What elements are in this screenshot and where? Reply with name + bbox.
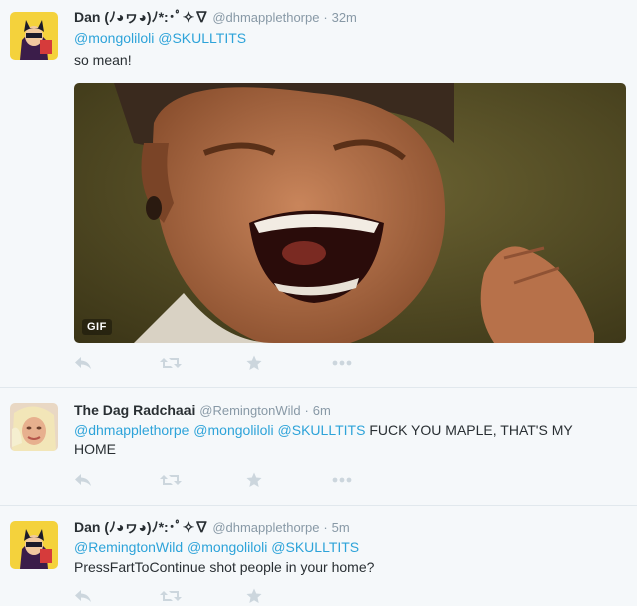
reply-button[interactable] [74, 353, 160, 373]
display-name[interactable]: The Dag Radchaai [74, 402, 195, 418]
tweet-text: @dhmapplethorpe @mongoliloli @SKULLTITS … [74, 421, 614, 459]
mention-link[interactable]: @mongoliloli [74, 30, 154, 46]
tweet[interactable]: Dan (ﾉ◕ヮ◕)ﾉ*:･ﾟ✧∇ @dhmapplethorpe · 32m … [0, 0, 637, 388]
tweet-actions [74, 470, 418, 490]
reply-icon [75, 590, 91, 602]
mention-link[interactable]: @SKULLTITS [271, 539, 359, 555]
tweet-body: so mean! [74, 52, 132, 68]
favorite-icon [246, 588, 262, 603]
mention-link[interactable]: @mongoliloli [187, 539, 267, 555]
mention-link[interactable]: @mongoliloli [193, 422, 273, 438]
retweet-button[interactable] [160, 470, 246, 490]
favorite-button[interactable] [246, 586, 332, 606]
separator: · [323, 10, 328, 25]
tweet-actions [74, 353, 418, 373]
tweet[interactable]: Dan (ﾉ◕ヮ◕)ﾉ*:･ﾟ✧∇ @dhmapplethorpe · 5m @… [0, 506, 637, 603]
tweet-body: PressFartToContinue shot people in your … [74, 559, 375, 575]
tweet-header: Dan (ﾉ◕ヮ◕)ﾉ*:･ﾟ✧∇ @dhmapplethorpe · 32m [74, 8, 627, 26]
timestamp[interactable]: 32m [332, 10, 357, 25]
timestamp[interactable]: 5m [332, 520, 350, 535]
mention-link[interactable]: @RemingtonWild [74, 539, 183, 555]
more-button[interactable] [332, 470, 418, 490]
gif-image [74, 83, 626, 343]
tweet[interactable]: The Dag Radchaai @RemingtonWild · 6m @dh… [0, 388, 637, 506]
username[interactable]: @dhmapplethorpe [212, 520, 319, 535]
mention-link[interactable]: @dhmapplethorpe [74, 422, 189, 438]
retweet-icon [160, 591, 182, 601]
retweet-button[interactable] [160, 586, 246, 606]
avatar[interactable] [10, 12, 58, 60]
gif-badge: GIF [82, 319, 112, 335]
mention-link[interactable]: @SKULLTITS [278, 422, 366, 438]
username[interactable]: @RemingtonWild [199, 403, 300, 418]
favorite-button[interactable] [246, 470, 332, 490]
tweet-header: The Dag Radchaai @RemingtonWild · 6m [74, 401, 627, 419]
more-icon [332, 477, 352, 483]
favorite-button[interactable] [246, 353, 332, 373]
tweet-header: Dan (ﾉ◕ヮ◕)ﾉ*:･ﾟ✧∇ @dhmapplethorpe · 5m [74, 518, 627, 536]
timestamp[interactable]: 6m [313, 403, 331, 418]
reply-icon [75, 474, 91, 486]
favorite-icon [246, 355, 262, 370]
separator: · [323, 520, 328, 535]
favorite-icon [246, 472, 262, 487]
retweet-icon [160, 358, 182, 368]
avatar[interactable] [10, 403, 58, 451]
tweet-text: @mongoliloli @SKULLTITS [74, 29, 627, 48]
display-name[interactable]: Dan (ﾉ◕ヮ◕)ﾉ*:･ﾟ✧∇ [74, 519, 208, 535]
reply-icon [75, 357, 91, 369]
display-name[interactable]: Dan (ﾉ◕ヮ◕)ﾉ*:･ﾟ✧∇ [74, 9, 208, 25]
reply-button[interactable] [74, 470, 160, 490]
tweet-text: @RemingtonWild @mongoliloli @SKULLTITS [74, 538, 627, 557]
separator: · [304, 403, 309, 418]
tweet-actions [74, 586, 332, 606]
retweet-button[interactable] [160, 353, 246, 373]
gif-media[interactable]: GIF [74, 83, 626, 343]
more-button[interactable] [332, 353, 418, 373]
mention-link[interactable]: @SKULLTITS [158, 30, 246, 46]
reply-button[interactable] [74, 586, 160, 606]
username[interactable]: @dhmapplethorpe [212, 10, 319, 25]
avatar[interactable] [10, 521, 58, 569]
more-icon [332, 360, 352, 366]
retweet-icon [160, 475, 182, 485]
